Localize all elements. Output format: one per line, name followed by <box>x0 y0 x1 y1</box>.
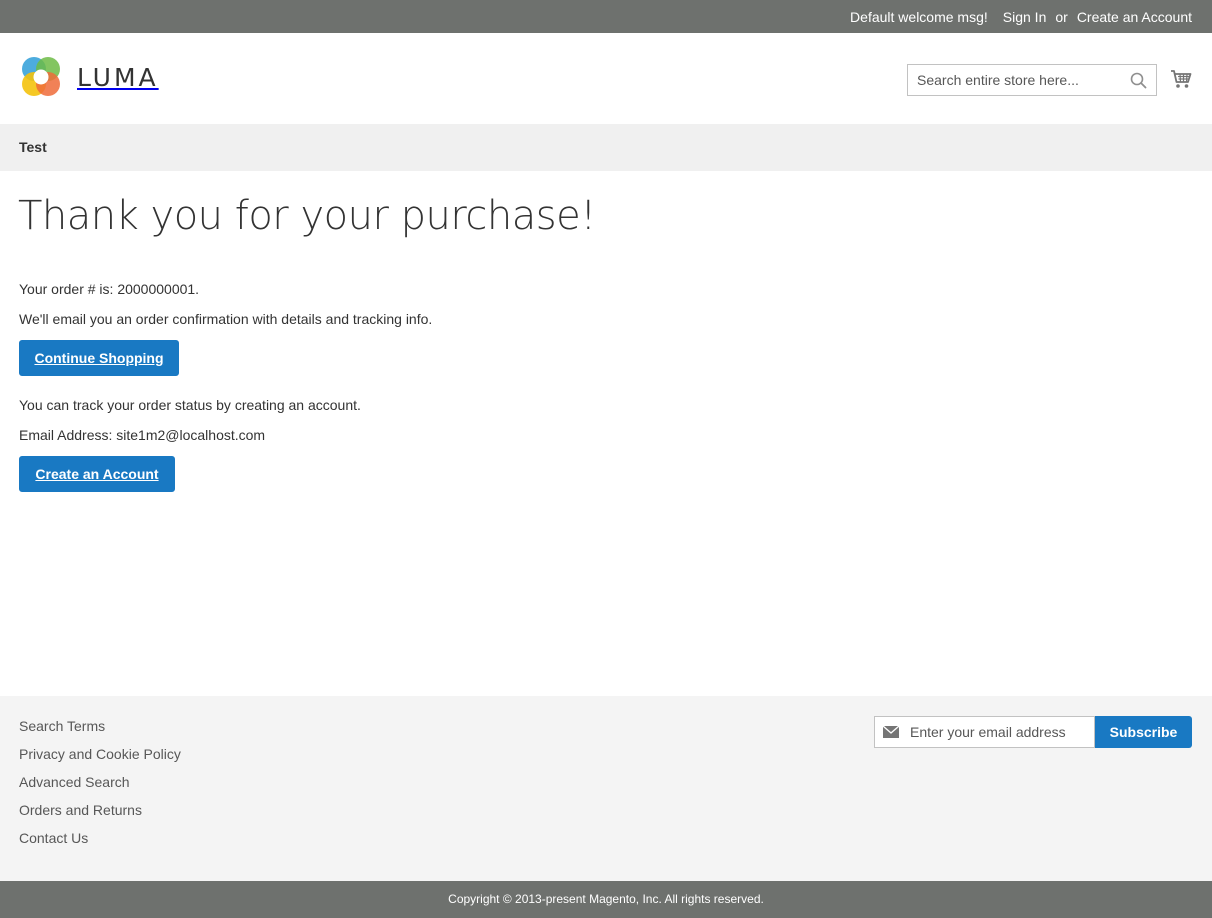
subscribe-button[interactable]: Subscribe <box>1095 716 1192 748</box>
welcome-message: Default welcome msg! <box>850 8 988 25</box>
newsletter-field <box>874 716 1095 748</box>
newsletter-email-input[interactable] <box>910 718 1090 746</box>
email-confirmation-text: We'll email you an order confirmation wi… <box>19 311 433 327</box>
search-input[interactable] <box>908 66 1118 94</box>
page-title: Thank you for your purchase! <box>18 193 596 239</box>
logo-text: LUMA <box>77 62 159 92</box>
newsletter-form: Subscribe <box>874 716 1192 748</box>
continue-shopping-button[interactable]: Continue Shopping <box>19 340 179 376</box>
logo-link[interactable]: LUMA <box>19 55 159 99</box>
order-number-text: Your order # is: 2000000001. <box>19 281 200 297</box>
footer-link-search-terms[interactable]: Search Terms <box>19 718 105 734</box>
or-separator: or <box>1055 8 1068 25</box>
cart-icon[interactable] <box>1170 68 1192 90</box>
footer-links: Search Terms Privacy and Cookie Policy A… <box>19 717 181 857</box>
search-icon[interactable] <box>1130 72 1147 89</box>
footer: Search Terms Privacy and Cookie Policy A… <box>0 696 1212 881</box>
email-address-text: Email Address: site1m2@localhost.com <box>19 427 266 443</box>
breadcrumb: Test <box>0 124 1212 171</box>
search-box <box>907 64 1157 96</box>
footer-link-orders-returns[interactable]: Orders and Returns <box>19 802 142 818</box>
copyright-bar: Copyright © 2013-present Magento, Inc. A… <box>0 881 1212 918</box>
footer-link-contact[interactable]: Contact Us <box>19 830 88 846</box>
footer-link-advanced-search[interactable]: Advanced Search <box>19 774 130 790</box>
track-order-text: You can track your order status by creat… <box>19 397 361 413</box>
header: LUMA <box>0 33 1212 124</box>
footer-link-privacy[interactable]: Privacy and Cookie Policy <box>19 746 181 762</box>
create-account-button[interactable]: Create an Account <box>19 456 175 492</box>
top-bar-links: Default welcome msg! Sign In or Create a… <box>850 0 1192 33</box>
create-account-link[interactable]: Create an Account <box>1077 9 1192 25</box>
breadcrumb-current: Test <box>19 139 47 155</box>
sign-in-link[interactable]: Sign In <box>1003 9 1047 25</box>
copyright-text: Copyright © 2013-present Magento, Inc. A… <box>448 892 764 906</box>
luma-logo-icon <box>22 57 60 96</box>
top-bar: Default welcome msg! Sign In or Create a… <box>0 0 1212 33</box>
envelope-icon <box>882 725 900 738</box>
